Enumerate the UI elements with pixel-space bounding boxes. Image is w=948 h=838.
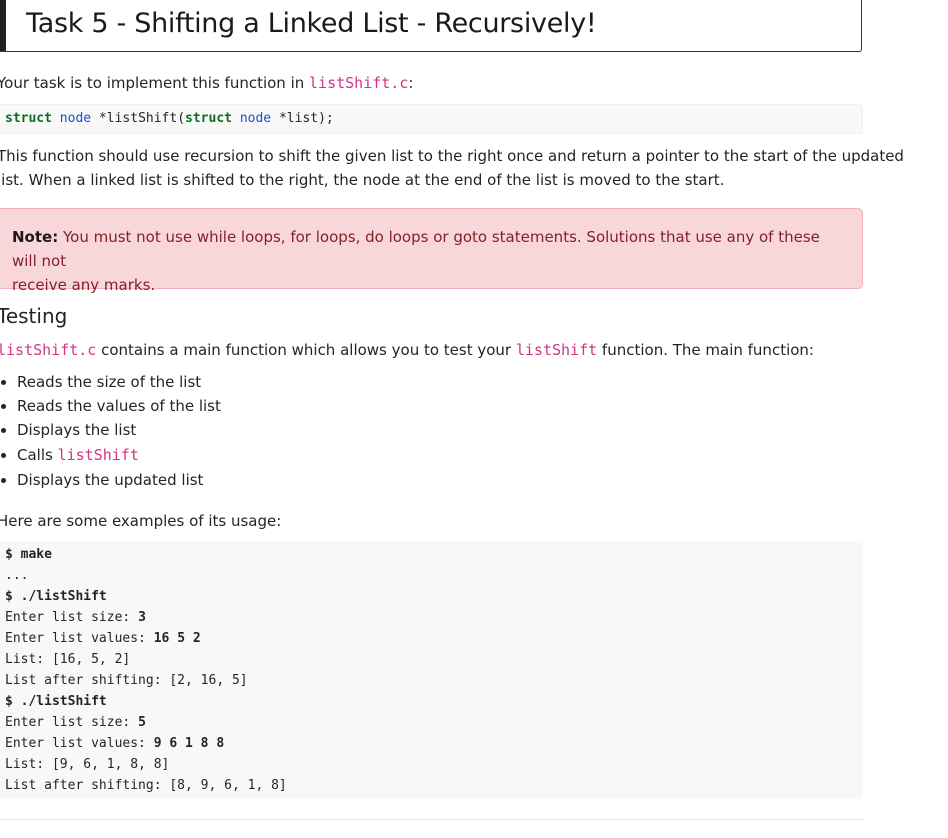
terminal-line: Enter list values: 16 5 2 xyxy=(5,631,201,646)
terminal-line: $ ./listShift xyxy=(5,694,107,709)
signature-end: *list); xyxy=(271,111,334,126)
signature-keyword: struct xyxy=(5,111,52,126)
page-title: Task 5 - Shifting a Linked List - Recurs… xyxy=(26,8,597,39)
bullet-icon xyxy=(1,404,6,409)
note-line-1: Note: You must not use while loops, for … xyxy=(12,225,848,273)
list-item: Displays the list xyxy=(0,418,221,442)
description-line-2: list. When a linked list is shifted to t… xyxy=(0,171,725,189)
bullet-func-code: listShift xyxy=(57,446,139,464)
note-text-1: You must not use while loops, for loops,… xyxy=(12,228,820,270)
testing-paragraph: listShift.c contains a main function whi… xyxy=(0,338,814,362)
main-function-steps: Reads the size of the list Reads the val… xyxy=(0,370,221,492)
note-line-2: receive any marks. xyxy=(12,276,156,294)
note-alert: Note: You must not use while loops, for … xyxy=(0,208,863,294)
intro-suffix: : xyxy=(408,74,414,92)
testing-middle: contains a main function which allows yo… xyxy=(96,341,516,359)
signature-param-keyword: struct xyxy=(185,111,232,126)
list-item: Calls listShift xyxy=(0,442,221,468)
intro-paragraph: Your task is to implement this function … xyxy=(0,71,413,95)
signature-name: *listShift( xyxy=(91,111,186,126)
terminal-line: List: [16, 5, 2] xyxy=(5,652,131,667)
bullet-icon xyxy=(1,478,6,483)
terminal-line: ... xyxy=(5,568,29,583)
section-divider xyxy=(0,819,863,820)
terminal-line: List after shifting: [8, 9, 6, 1, 8] xyxy=(5,778,287,793)
examples-intro: Here are some examples of its usage: xyxy=(0,512,282,530)
bullet-icon xyxy=(1,428,6,433)
terminal-line: $ make xyxy=(5,547,52,562)
terminal-line: Enter list size: 3 xyxy=(5,610,146,625)
bullet-icon xyxy=(1,380,6,385)
testing-file-code: listShift.c xyxy=(0,341,97,359)
intro-file-code: listShift.c xyxy=(309,74,409,92)
list-item: Displays the updated list xyxy=(0,468,221,492)
description-line-1: This function should use recursion to sh… xyxy=(0,147,904,165)
terminal-line: Enter list size: 5 xyxy=(5,715,146,730)
list-item: Reads the size of the list xyxy=(0,370,221,394)
terminal-example-block: $ make ... $ ./listShift Enter list size… xyxy=(0,541,863,799)
signature-param-type: node xyxy=(239,111,272,126)
bullet-icon xyxy=(1,453,6,458)
signature-type: node xyxy=(59,111,92,126)
testing-func-code: listShift xyxy=(515,341,598,359)
terminal-line: List: [9, 6, 1, 8, 8] xyxy=(5,757,170,772)
task-title-box: Task 5 - Shifting a Linked List - Recurs… xyxy=(0,0,862,52)
function-signature-block: struct node *listShift(struct node *list… xyxy=(0,104,863,134)
note-label: Note: xyxy=(12,228,59,246)
list-item: Reads the values of the list xyxy=(0,394,221,418)
terminal-line: $ ./listShift xyxy=(5,589,107,604)
terminal-line: List after shifting: [2, 16, 5] xyxy=(5,673,248,688)
terminal-line: Enter list values: 9 6 1 8 8 xyxy=(5,736,225,751)
intro-prefix: Your task is to implement this function … xyxy=(0,74,310,92)
testing-end: function. The main function: xyxy=(597,341,814,359)
testing-heading: Testing xyxy=(0,304,68,328)
